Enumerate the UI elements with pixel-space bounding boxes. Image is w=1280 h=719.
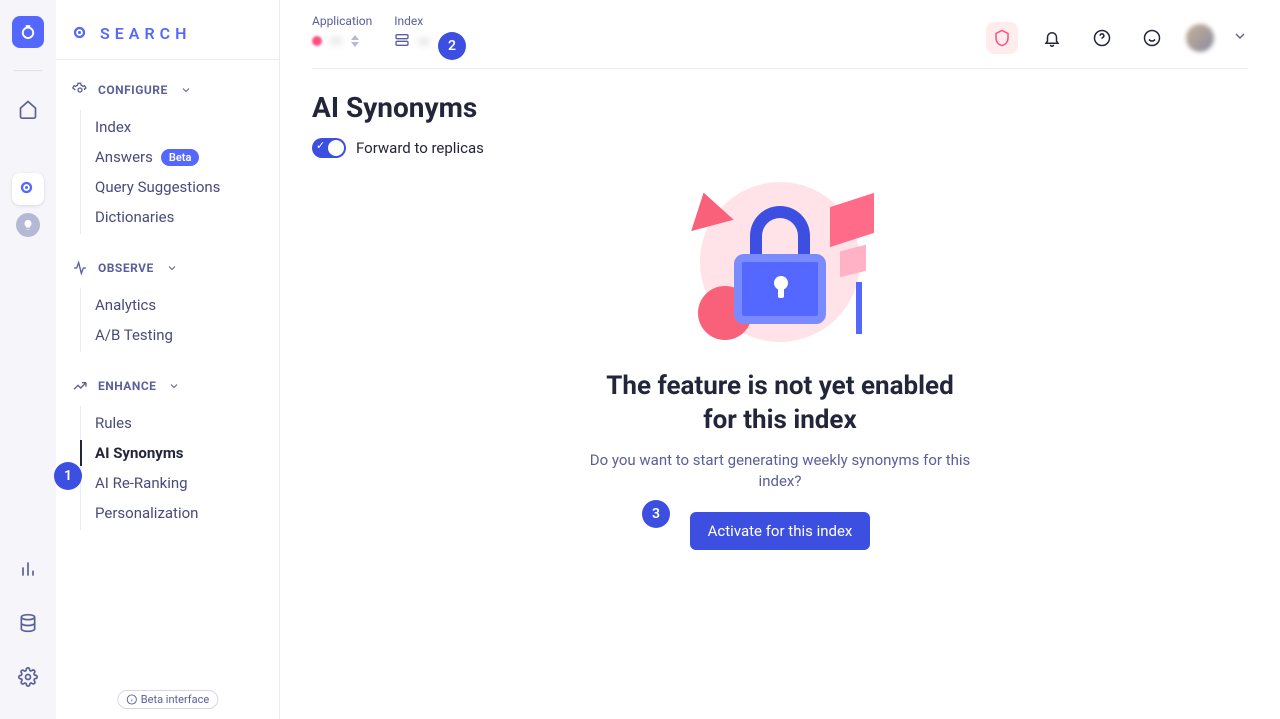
app-selector-label: Application [312,14,372,28]
activate-button[interactable]: Activate for this index [690,512,871,550]
section-observe[interactable]: OBSERVE [68,254,267,282]
avatar[interactable] [1186,24,1214,52]
sidebar-item-ai-reranking[interactable]: AI Re-Ranking [81,468,267,498]
sidebar-item-personalization[interactable]: Personalization [81,498,267,528]
sidebar-item-ai-synonyms[interactable]: AI Synonyms [81,438,267,468]
chevron-down-icon [168,380,180,392]
page-title: AI Synonyms [312,91,1248,124]
chevron-down-icon [166,262,178,274]
smile-icon[interactable] [1136,22,1168,54]
empty-title: The feature is not yet enabled for this … [606,370,953,438]
hint-icon[interactable] [16,213,40,237]
pulse-icon [72,260,88,276]
section-configure[interactable]: CONFIGURE [68,76,267,104]
empty-state: The feature is not yet enabled for this … [312,182,1248,550]
app-selector-value: — [330,32,342,50]
bell-icon[interactable] [1036,22,1068,54]
annotation-3: 3 [642,500,670,528]
forward-replicas-label: Forward to replicas [356,139,484,157]
header-actions [986,14,1248,54]
chevron-down-icon [180,84,192,96]
section-label: ENHANCE [98,379,156,393]
shield-icon[interactable] [986,22,1018,54]
empty-subtitle: Do you want to start generating weekly s… [580,450,980,492]
index-selector-value: — [418,33,430,51]
sidebar-item-index[interactable]: Index [81,112,267,142]
search-product-icon[interactable] [12,173,44,205]
forward-replicas-row: Forward to replicas [312,138,1248,158]
index-db-icon [394,32,410,52]
annotation-2: 2 [438,32,466,60]
sidebar-item-ab-testing[interactable]: A/B Testing [81,320,267,350]
trend-icon [72,378,88,394]
account-menu-chevron-icon[interactable] [1232,28,1248,48]
home-icon[interactable] [12,93,44,125]
main-content: Application — Index — [280,0,1280,719]
beta-interface-chip[interactable]: Beta interface [117,690,218,709]
section-enhance[interactable]: ENHANCE [68,372,267,400]
application-selector[interactable]: Application — [312,14,372,52]
app-stepper-icon[interactable] [350,35,360,47]
gear-icon [72,82,88,98]
brand-text: SEARCH [100,24,191,43]
icon-rail [0,0,56,719]
beta-badge: Beta [161,149,200,166]
sidebar: SEARCH CONFIGURE Index AnswersBeta Query… [56,0,280,719]
info-icon [126,694,137,705]
annotation-1: 1 [54,462,82,490]
help-icon[interactable] [1086,22,1118,54]
section-label: CONFIGURE [98,83,168,97]
sidebar-item-dictionaries[interactable]: Dictionaries [81,202,267,232]
sidebar-item-query-suggestions[interactable]: Query Suggestions [81,172,267,202]
analytics-rail-icon[interactable] [12,553,44,585]
database-rail-icon[interactable] [12,607,44,639]
section-label: OBSERVE [98,261,154,275]
index-selector-label: Index [394,14,448,28]
app-dot-icon [312,36,322,46]
app-logo-icon[interactable] [12,16,44,48]
sidebar-item-rules[interactable]: Rules [81,408,267,438]
settings-rail-icon[interactable] [12,661,44,693]
sidebar-item-answers[interactable]: AnswersBeta [81,142,267,172]
lock-illustration [680,182,880,352]
sidebar-item-analytics[interactable]: Analytics [81,290,267,320]
forward-replicas-toggle[interactable] [312,138,346,158]
product-brand: SEARCH [68,16,267,59]
